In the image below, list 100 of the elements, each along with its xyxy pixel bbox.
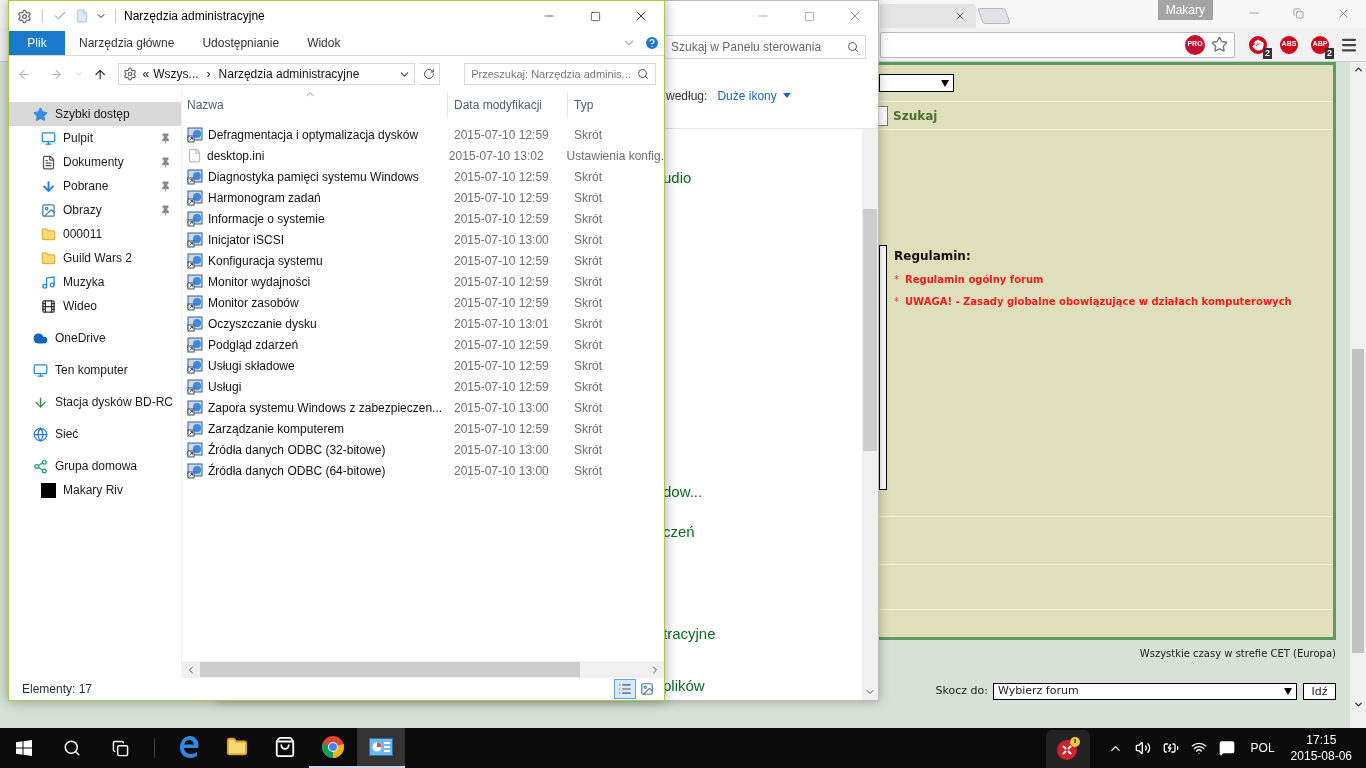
file-name[interactable]: Inicjator iSCSI: [208, 230, 285, 249]
nav-item[interactable]: Sieć: [9, 422, 181, 446]
column-header[interactable]: Nazwa: [187, 92, 448, 118]
notification-icon[interactable]: [1218, 740, 1235, 756]
refresh-icon: [423, 68, 436, 80]
pin-icon: [160, 156, 171, 168]
file-name[interactable]: Usługi: [208, 377, 242, 396]
file-name[interactable]: Harmonogram zadań: [208, 188, 321, 207]
file-name[interactable]: Podgląd zdarzeń: [208, 335, 299, 354]
nav-item[interactable]: Szybki dostęp: [9, 102, 181, 126]
column-header[interactable]: Typ: [568, 92, 664, 118]
forum-jump-select[interactable]: Wybierz forum: [993, 683, 1297, 700]
bookmark-star-icon[interactable]: [1211, 36, 1228, 53]
type-cell-text: Skrót: [573, 462, 602, 480]
search-field[interactable]: Szukaj w Panelu sterowania: [664, 35, 866, 59]
details-view-button[interactable]: [614, 679, 636, 699]
file-name[interactable]: Oczyszczanie dysku: [208, 314, 317, 333]
forum-select[interactable]: [879, 74, 954, 92]
type-cell-text: Skrót: [573, 315, 602, 333]
music-note-icon: [41, 274, 56, 290]
wifi-icon[interactable]: [1190, 740, 1207, 756]
search-icon: [63, 739, 81, 757]
address-bar[interactable]: « Wszys... › Narzędzia administracyjne: [117, 63, 416, 85]
breadcrumb[interactable]: Narzędzia administracyjne: [218, 65, 360, 83]
tray-app-icon[interactable]: [1045, 730, 1090, 768]
taskbar-app[interactable]: [357, 728, 405, 768]
nav-item[interactable]: Guild Wars 2: [9, 246, 181, 270]
date-cell-text: 2015-07-10 12:59: [453, 420, 550, 438]
date-cell-text: 2015-07-10 12:59: [453, 378, 550, 396]
search-button[interactable]: Szukaj: [893, 106, 938, 125]
file-name[interactable]: Konfiguracja systemu: [208, 251, 323, 270]
close-tab-icon[interactable]: [954, 10, 966, 22]
vertical-scrollbar[interactable]: [1350, 62, 1366, 728]
help-icon[interactable]: [644, 35, 660, 51]
scroll-up-icon[interactable]: [1352, 64, 1364, 75]
date-cell-text: 2015-07-10 12:59: [453, 357, 550, 375]
nav-label: Ten komputer: [55, 362, 129, 379]
nav-item[interactable]: Grupa domowa: [9, 454, 181, 478]
type-cell-text: Skrót: [573, 273, 602, 291]
ribbon-tab[interactable]: Widok: [293, 31, 355, 55]
volume-icon[interactable]: [1134, 740, 1151, 756]
vertical-scrollbar[interactable]: [862, 129, 878, 700]
file-name[interactable]: Zarządzanie komputerem: [208, 419, 345, 438]
file-tab[interactable]: Plik: [9, 31, 65, 55]
search-input[interactable]: [879, 105, 888, 126]
scroll-down-icon[interactable]: [1352, 699, 1364, 710]
nav-item[interactable]: Muzyka: [9, 270, 181, 294]
folder-icon: [41, 226, 56, 242]
type-cell-text: Skrót: [573, 231, 602, 249]
input-language[interactable]: POL: [1250, 739, 1275, 757]
ribbon-tab[interactable]: Narzędzia główne: [65, 31, 189, 55]
gear-icon: [122, 67, 137, 81]
nav-item[interactable]: Pobrane: [9, 174, 181, 198]
gear-icon[interactable]: [17, 8, 32, 24]
shortcut-icon: [187, 378, 203, 395]
star-icon: [33, 106, 48, 122]
nav-item[interactable]: Wideo: [9, 294, 181, 318]
shortcut-icon: [187, 126, 203, 143]
windows-logo-icon[interactable]: [16, 740, 32, 756]
checkmark-icon[interactable]: [53, 9, 67, 23]
clock[interactable]: 17:15 2015-08-06: [1290, 728, 1352, 768]
nav-item[interactable]: Pulpit: [9, 126, 181, 150]
view-dropdown[interactable]: Duże ikony: [717, 86, 791, 105]
file-name[interactable]: Źródła danych ODBC (32-bitowe): [208, 440, 386, 459]
nav-item[interactable]: Dokumenty: [9, 150, 181, 174]
shortcut-icon: [187, 273, 203, 290]
shortcut-icon: [187, 168, 203, 185]
file-name[interactable]: Informacje o systemie: [208, 209, 325, 228]
nav-label: Guild Wars 2: [63, 250, 133, 267]
type-cell-text: Skrót: [573, 420, 602, 438]
nav-item[interactable]: Stacja dysków BD-RC: [9, 390, 181, 414]
nav-item[interactable]: 000011: [9, 222, 181, 246]
file-name[interactable]: Usługi składowe: [208, 356, 295, 375]
file-name[interactable]: Monitor zasobów: [208, 293, 299, 312]
file-name[interactable]: Diagnostyka pamięci systemu Windows: [208, 167, 419, 186]
file-name[interactable]: desktop.ini: [207, 146, 265, 165]
refresh-button[interactable]: [419, 63, 441, 85]
maximize-icon: [589, 10, 601, 22]
file-name[interactable]: Źródła danych ODBC (64-bitowe): [208, 461, 386, 480]
text-area[interactable]: [879, 245, 887, 490]
nav-item[interactable]: OneDrive: [9, 326, 181, 350]
restore-icon: [1293, 7, 1304, 19]
file-name[interactable]: Monitor wydajności: [208, 272, 311, 291]
go-button[interactable]: Idź: [1303, 683, 1336, 700]
nav-item[interactable]: Ten komputer: [9, 358, 181, 382]
film-icon: [41, 298, 56, 314]
shortcut-icon: [187, 231, 203, 248]
type-cell-text: Skrót: [573, 399, 602, 417]
battery-icon[interactable]: [1162, 740, 1179, 756]
nav-item[interactable]: Obrazy: [9, 198, 181, 222]
nav-item[interactable]: Makary Riv: [9, 478, 181, 502]
date-cell-text: 2015-07-10 13:02: [447, 147, 545, 165]
breadcrumb[interactable]: Wszys...: [153, 65, 199, 83]
view-label: według:: [666, 87, 708, 105]
column-header[interactable]: Data modyfikacji: [448, 92, 568, 118]
file-name[interactable]: Zapora systemu Windows z zabezpieczen...: [208, 398, 443, 417]
file-name[interactable]: Defragmentacja i optymalizacja dysków: [208, 125, 419, 144]
ribbon-tab[interactable]: Udostępnianie: [188, 31, 294, 55]
search-field[interactable]: Przeszukaj: Narzędzia adminis...: [464, 63, 656, 85]
stop-hand-extension-icon[interactable]: 2: [1247, 33, 1269, 56]
